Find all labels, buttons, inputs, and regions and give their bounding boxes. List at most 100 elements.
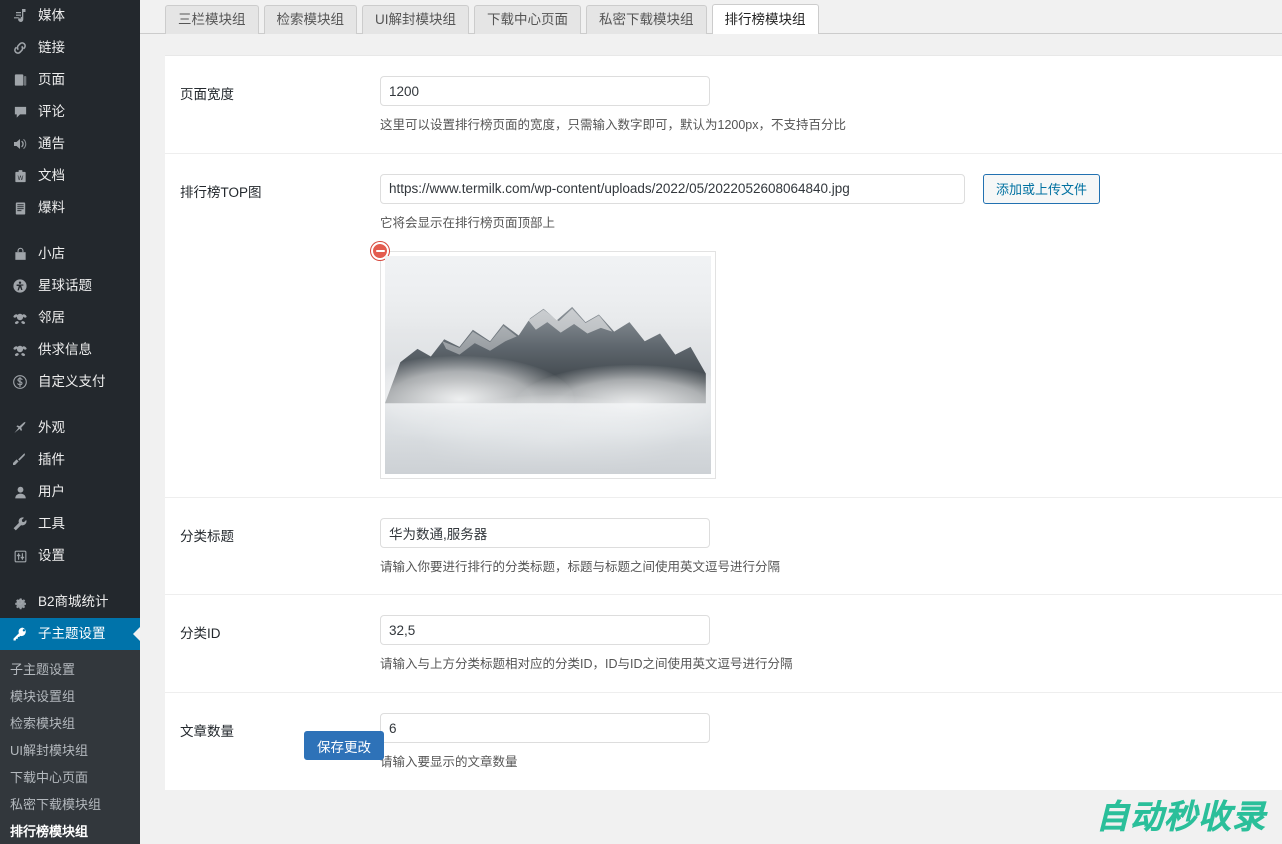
- form-row-category-title: 分类标题 请输入你要进行排行的分类标题，标题与标题之间使用英文逗号进行分隔: [165, 498, 1282, 596]
- sidebar-item-label: 小店: [38, 246, 65, 262]
- tab-private-download-module-group[interactable]: 私密下载模块组: [586, 5, 707, 34]
- sidebar-item-label: 自定义支付: [38, 374, 106, 390]
- sidebar-divider-1: [0, 224, 140, 238]
- submenu-item-search-module-group[interactable]: 检索模块组: [0, 710, 140, 737]
- sidebar-item-label: 爆料: [38, 200, 65, 216]
- sidebar-item-links[interactable]: 链接: [0, 32, 140, 64]
- sidebar-item-label: 星球话题: [38, 278, 92, 294]
- appearance-icon: [10, 418, 30, 438]
- top-image-label: 排行榜TOP图: [180, 184, 262, 200]
- megaphone-icon: [10, 134, 30, 154]
- tab-search-module-group[interactable]: 检索模块组: [263, 5, 357, 34]
- sidebar-item-label: 用户: [38, 484, 65, 500]
- sidebar-item-label: 评论: [38, 104, 65, 120]
- sidebar-item-appearance[interactable]: 外观: [0, 412, 140, 444]
- top-image-preview: [371, 241, 716, 479]
- sidebar-item-tools[interactable]: 工具: [0, 508, 140, 540]
- user-icon: [10, 482, 30, 502]
- add-or-upload-file-button[interactable]: 添加或上传文件: [983, 173, 1101, 204]
- main-content: 三栏模块组 检索模块组 UI解封模块组 下载中心页面 私密下载模块组 排行榜模块…: [140, 0, 1282, 844]
- admin-page: 媒体 链接 页面 评论 通告 W 文档 爆料 小店 星球话题 邻居 供求信息 自…: [0, 0, 1282, 844]
- sidebar-item-b2-mall-stats[interactable]: B2商城统计: [0, 586, 140, 618]
- sidebar-item-label: 页面: [38, 72, 65, 88]
- sidebar-item-settings[interactable]: 设置: [0, 540, 140, 572]
- sidebar-item-label: B2商城统计: [38, 594, 109, 610]
- plugin-icon: [10, 450, 30, 470]
- submenu-item-module-settings-group[interactable]: 模块设置组: [0, 683, 140, 710]
- submenu-item-ui-unlock-module-group[interactable]: UI解封模块组: [0, 737, 140, 764]
- shop-icon: [10, 244, 30, 264]
- submenu-item-ranking-module-group[interactable]: 排行榜模块组: [0, 818, 140, 844]
- sidebar-item-users[interactable]: 用户: [0, 476, 140, 508]
- category-id-input[interactable]: [380, 615, 710, 646]
- sidebar-item-comments[interactable]: 评论: [0, 96, 140, 128]
- sidebar-item-label: 供求信息: [38, 342, 92, 358]
- category-id-label: 分类ID: [180, 626, 221, 642]
- sidebar-item-label: 通告: [38, 136, 65, 152]
- sidebar-item-label: 邻居: [38, 310, 65, 326]
- tab-ui-unlock-module-group[interactable]: UI解封模块组: [362, 5, 469, 34]
- payment-icon: [10, 372, 30, 392]
- sidebar-item-label: 工具: [38, 516, 65, 532]
- category-id-hint: 请输入与上方分类标题相对应的分类ID，ID与ID之间使用英文逗号进行分隔: [380, 657, 793, 672]
- save-button[interactable]: 保存更改: [304, 731, 384, 760]
- comment-icon: [10, 102, 30, 122]
- form-row-category-id: 分类ID 请输入与上方分类标题相对应的分类ID，ID与ID之间使用英文逗号进行分…: [165, 595, 1282, 693]
- top-image-hint: 它将会显示在排行榜页面顶部上: [380, 215, 556, 230]
- neighbor-icon: [10, 308, 30, 328]
- sidebar-item-label: 子主题设置: [38, 626, 106, 642]
- sidebar-item-label: 外观: [38, 420, 65, 436]
- svg-text:W: W: [17, 175, 23, 181]
- sidebar-item-label: 文档: [38, 168, 65, 184]
- save-button-wrap: 保存更改: [304, 731, 384, 760]
- submenu-item-private-download-module-group[interactable]: 私密下载模块组: [0, 791, 140, 818]
- sidebar-item-media[interactable]: 媒体: [0, 0, 140, 32]
- sidebar-item-custom-payment[interactable]: 自定义支付: [0, 366, 140, 398]
- category-title-input[interactable]: [380, 517, 710, 548]
- planet-icon: [10, 276, 30, 296]
- sidebar-submenu: 子主题设置 模块设置组 检索模块组 UI解封模块组 下载中心页面 私密下载模块组…: [0, 650, 140, 844]
- sidebar-divider-3: [0, 572, 140, 586]
- page-width-input[interactable]: [380, 76, 710, 106]
- sidebar-item-scoop[interactable]: 爆料: [0, 192, 140, 224]
- post-count-input[interactable]: [380, 713, 710, 743]
- sidebar-item-announcements[interactable]: 通告: [0, 128, 140, 160]
- tools-icon: [10, 514, 30, 534]
- settings-panel: 页面宽度 这里可以设置排行榜页面的宽度，只需输入数字即可，默认为1200px，不…: [165, 55, 1282, 790]
- tab-three-column-module-group[interactable]: 三栏模块组: [165, 5, 259, 34]
- category-title-label: 分类标题: [180, 528, 234, 544]
- sidebar-item-pages[interactable]: 页面: [0, 64, 140, 96]
- sidebar-item-label: 媒体: [38, 8, 65, 24]
- sidebar-item-supply-demand[interactable]: 供求信息: [0, 334, 140, 366]
- article-icon: [10, 198, 30, 218]
- sidebar-item-shop[interactable]: 小店: [0, 238, 140, 270]
- admin-sidebar: 媒体 链接 页面 评论 通告 W 文档 爆料 小店 星球话题 邻居 供求信息 自…: [0, 0, 140, 844]
- mountain-photo: [385, 255, 711, 474]
- settings-icon: [10, 546, 30, 566]
- page-icon: [10, 70, 30, 90]
- tab-download-center-page[interactable]: 下载中心页面: [474, 5, 581, 34]
- sidebar-item-planet-topics[interactable]: 星球话题: [0, 270, 140, 302]
- sidebar-item-child-theme-settings[interactable]: 子主题设置: [0, 618, 140, 650]
- sidebar-item-plugins[interactable]: 插件: [0, 444, 140, 476]
- link-icon: [10, 38, 30, 58]
- submenu-item-download-center-page[interactable]: 下载中心页面: [0, 764, 140, 791]
- submenu-item-child-theme-settings[interactable]: 子主题设置: [0, 656, 140, 683]
- media-icon: [10, 6, 30, 26]
- top-image-url-input[interactable]: [380, 173, 965, 204]
- page-width-hint: 这里可以设置排行榜页面的宽度，只需输入数字即可，默认为1200px，不支持百分比: [380, 118, 847, 132]
- watermark: 自动秒收录: [1096, 798, 1266, 836]
- sidebar-item-neighbors[interactable]: 邻居: [0, 302, 140, 334]
- tab-ranking-module-group[interactable]: 排行榜模块组: [711, 4, 819, 34]
- category-title-hint: 请输入你要进行排行的分类标题，标题与标题之间使用英文逗号进行分隔: [380, 559, 781, 574]
- sidebar-item-documents[interactable]: W 文档: [0, 160, 140, 192]
- document-icon: W: [10, 166, 30, 186]
- page-width-label: 页面宽度: [180, 87, 234, 102]
- sidebar-divider-2: [0, 398, 140, 412]
- image-frame: [380, 250, 716, 479]
- form-row-top-image: 排行榜TOP图 添加或上传文件 它将会显示在排行榜页面顶部上: [165, 154, 1282, 498]
- post-count-hint: 请输入要显示的文章数量: [380, 755, 518, 769]
- gear-icon: [10, 592, 30, 612]
- sidebar-item-label: 设置: [38, 548, 65, 564]
- sidebar-item-label: 链接: [38, 40, 65, 56]
